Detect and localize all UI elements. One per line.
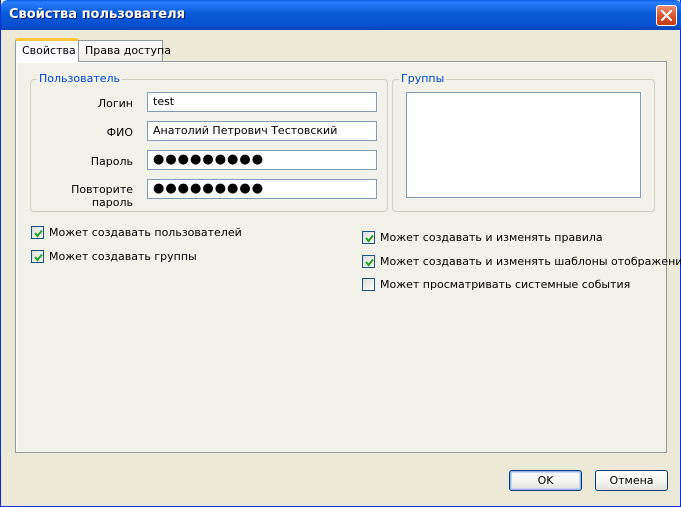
groups-groupbox-legend: Группы xyxy=(399,72,447,85)
ok-button[interactable]: OK xyxy=(509,470,582,491)
perm-create-users-label: Может создавать пользователей xyxy=(49,226,242,239)
tab-panel: Пользователь Логин test ФИО Анатолий Пет… xyxy=(15,61,681,453)
checkmark-icon xyxy=(365,234,374,243)
checkmark-icon xyxy=(365,258,374,267)
password-label: Пароль xyxy=(90,155,133,168)
perm-create-groups-label: Может создавать группы xyxy=(49,250,197,263)
tab-access-rights-label: Права доступа xyxy=(85,44,171,57)
login-field[interactable]: test xyxy=(147,92,377,112)
tab-properties[interactable]: Свойства xyxy=(15,38,79,62)
password-value: ●●●●●●●●● xyxy=(153,152,265,167)
checkmark-icon xyxy=(34,229,43,238)
tab-access-rights[interactable]: Права доступа xyxy=(78,40,171,61)
checkbox-box[interactable] xyxy=(362,255,375,268)
repeat-password-label: Повторите пароль xyxy=(43,183,133,209)
checkbox-box[interactable] xyxy=(31,250,44,263)
checkbox-box[interactable] xyxy=(362,278,375,291)
title-bar[interactable]: Свойства пользователя xyxy=(1,0,681,30)
ok-button-label: OK xyxy=(537,474,554,487)
perm-view-events-label: Может просматривать системные события xyxy=(380,278,631,291)
checkbox-box[interactable] xyxy=(362,231,375,244)
password-field[interactable]: ●●●●●●●●● xyxy=(147,150,377,170)
perm-edit-templates-label: Может создавать и изменять шаблоны отобр… xyxy=(380,255,681,268)
window-title: Свойства пользователя xyxy=(9,7,185,22)
groups-listbox[interactable] xyxy=(406,92,641,198)
login-value: test xyxy=(153,95,175,108)
user-groupbox-legend: Пользователь xyxy=(37,72,123,85)
repeat-password-value: ●●●●●●●●● xyxy=(153,181,265,196)
groups-groupbox: Группы xyxy=(392,72,655,212)
close-icon xyxy=(661,10,672,21)
fio-field[interactable]: Анатолий Петрович Тестовский xyxy=(147,121,377,141)
checkbox-box[interactable] xyxy=(31,226,44,239)
repeat-password-label-line1: Повторите xyxy=(71,183,133,196)
tab-properties-label: Свойства xyxy=(22,44,76,57)
fio-value: Анатолий Петрович Тестовский xyxy=(153,124,338,137)
perm-edit-rules-label: Может создавать и изменять правила xyxy=(380,231,603,244)
repeat-password-label-line2: пароль xyxy=(91,196,133,209)
cancel-button[interactable]: Отмена xyxy=(595,470,668,491)
repeat-password-field[interactable]: ●●●●●●●●● xyxy=(147,179,377,199)
user-groupbox: Пользователь Логин test ФИО Анатолий Пет… xyxy=(30,72,388,212)
fio-label: ФИО xyxy=(106,126,133,139)
close-button[interactable] xyxy=(656,5,677,26)
checkmark-icon xyxy=(34,253,43,262)
dialog-window: Свойства пользователя Свойства Права дос… xyxy=(0,0,681,507)
cancel-button-label: Отмена xyxy=(609,474,654,487)
login-label: Логин xyxy=(97,97,133,110)
